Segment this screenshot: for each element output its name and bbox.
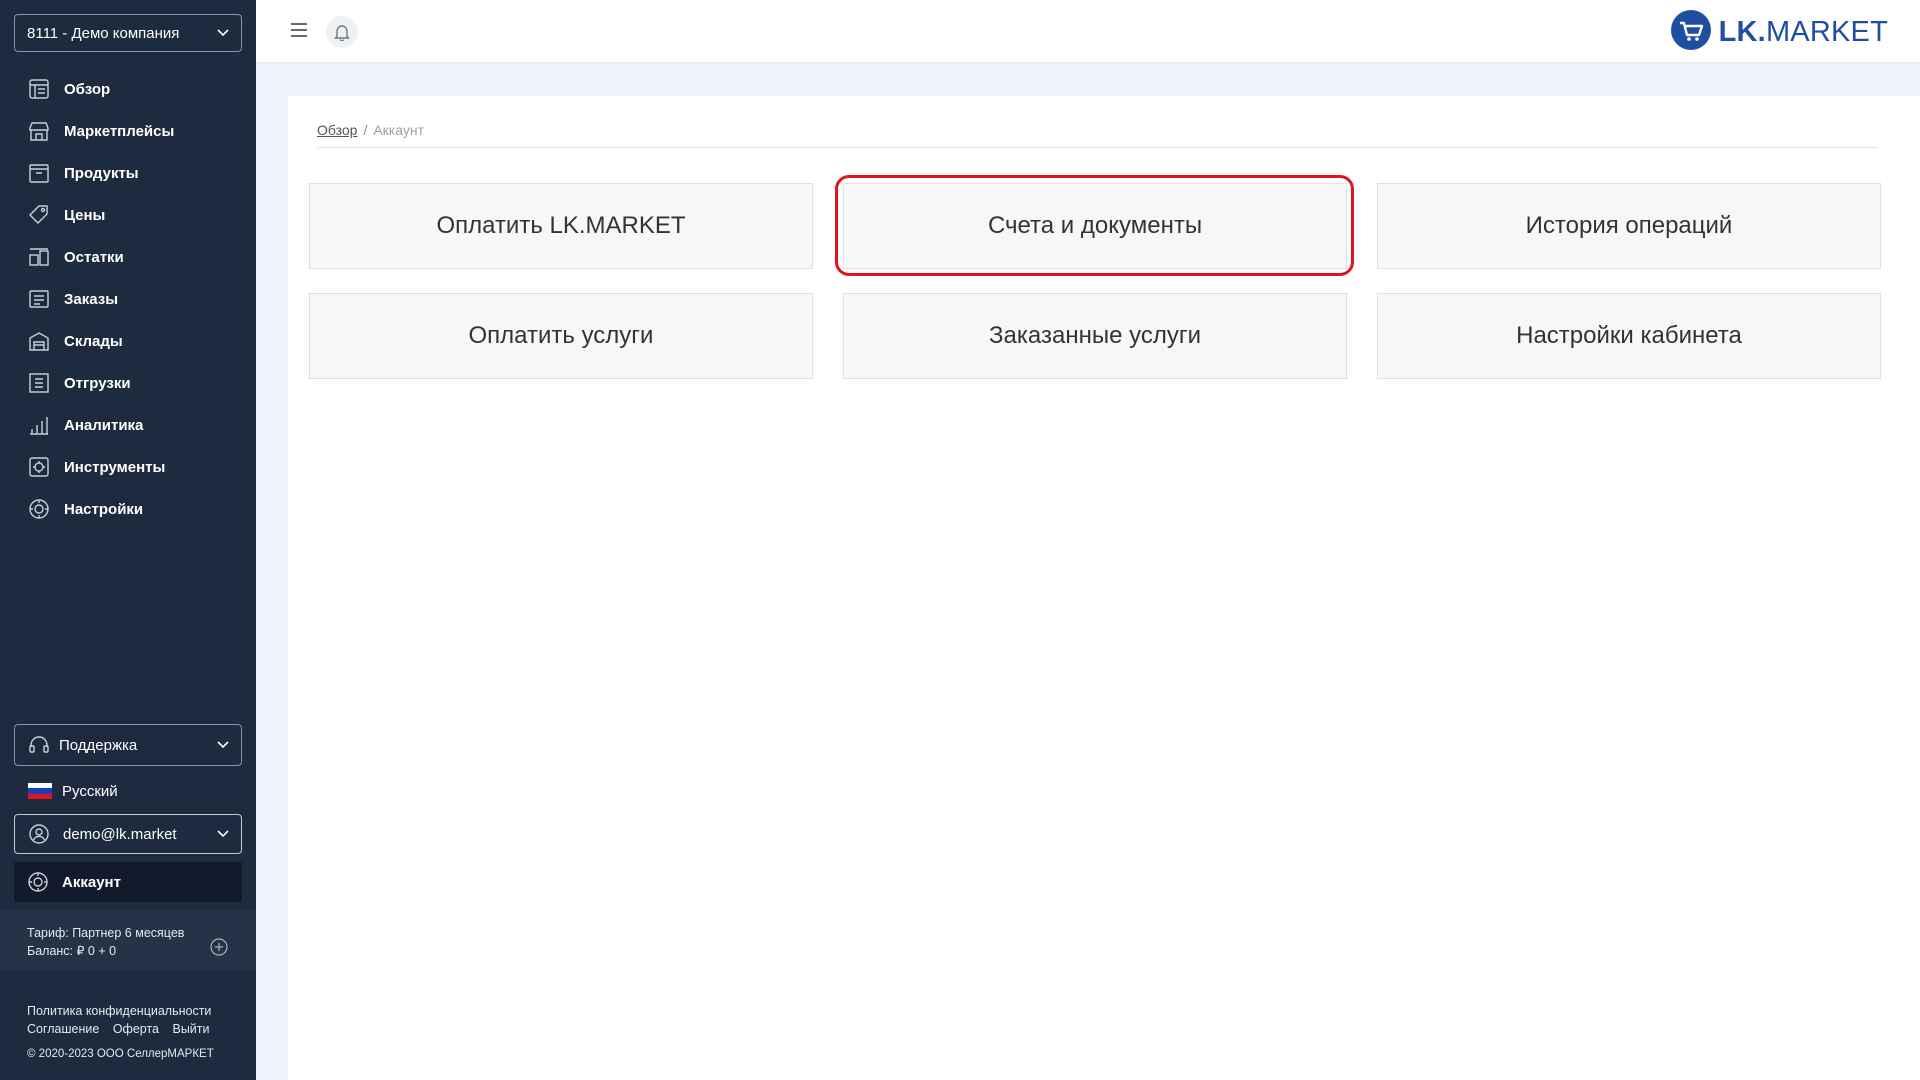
logout-link[interactable]: Выйти: [172, 1022, 209, 1036]
company-select[interactable]: 8111 - Демо компания: [14, 14, 242, 52]
ordered-services-button[interactable]: Заказанные услуги: [843, 293, 1347, 379]
sidebar-item-label: Обзор: [64, 80, 111, 98]
user-select[interactable]: demo@lk.market: [14, 814, 242, 854]
user-email: demo@lk.market: [63, 825, 177, 843]
tools-icon: [26, 454, 52, 480]
sidebar-item-label: Заказы: [64, 290, 119, 308]
cart-logo-icon: [1670, 10, 1711, 55]
operations-history-button[interactable]: История операций: [1377, 183, 1881, 269]
support-label: Поддержка: [59, 736, 138, 754]
breadcrumb-home-link[interactable]: Обзор: [317, 122, 357, 138]
sidebar-item-orders[interactable]: Заказы: [14, 278, 242, 320]
logo-text: LK.MARKET: [1719, 16, 1888, 49]
agreement-link[interactable]: Соглашение: [27, 1022, 99, 1036]
sidebar-item-label: Продукты: [64, 164, 139, 182]
price-tag-icon: [26, 202, 52, 228]
sidebar-item-marketplaces[interactable]: Маркетплейсы: [14, 110, 242, 152]
sidebar-item-label: Настройки: [64, 500, 144, 518]
sidebar-item-label: Отгрузки: [64, 374, 131, 392]
orders-icon: [26, 286, 52, 312]
sidebar-item-shipments[interactable]: Отгрузки: [14, 362, 242, 404]
sidebar-item-account[interactable]: Аккаунт: [14, 862, 242, 902]
company-select-value: 8111 - Демо компания: [27, 24, 180, 42]
sidebar-item-tools[interactable]: Инструменты: [14, 446, 242, 488]
shipment-icon: [26, 370, 52, 396]
chevron-down-icon: [217, 830, 229, 838]
privacy-link[interactable]: Политика конфиденциальности: [27, 1002, 220, 1020]
logo-text-rest: MARKET: [1765, 16, 1888, 48]
sidebar-item-analytics[interactable]: Аналитика: [14, 404, 242, 446]
support-select[interactable]: Поддержка: [14, 724, 242, 766]
logo[interactable]: LK.MARKET: [1670, 10, 1888, 55]
warehouse-icon: [26, 328, 52, 354]
settings-icon: [26, 496, 52, 522]
russia-flag-icon: [28, 783, 52, 799]
sidebar-item-label: Аккаунт: [62, 873, 121, 891]
box-icon: [26, 160, 52, 186]
headset-icon: [27, 733, 51, 757]
breadcrumb: Обзор / Аккаунт: [317, 122, 1878, 148]
sidebar-item-prices[interactable]: Цены: [14, 194, 242, 236]
user-icon: [27, 822, 51, 846]
sidebar-item-overview[interactable]: Обзор: [14, 68, 242, 110]
sidebar-item-warehouses[interactable]: Склады: [14, 320, 242, 362]
store-icon: [26, 118, 52, 144]
cabinet-settings-button[interactable]: Настройки кабинета: [1377, 293, 1881, 379]
sidebar: 8111 - Демо компания Обзор Маркетплейсы …: [0, 0, 256, 1080]
chart-icon: [26, 412, 52, 438]
logo-text-bold: LK.: [1718, 16, 1766, 48]
stock-icon: [26, 244, 52, 270]
main-content: Обзор / Аккаунт Оплатить LK.MARKET Счета и…: [288, 96, 1920, 1080]
chevron-down-icon: [217, 29, 229, 37]
sidebar-item-label: Склады: [64, 332, 123, 350]
tariff-panel: Тариф: Партнер 6 месяцев Баланс: ₽ 0 + 0: [0, 910, 256, 970]
footer-links: Политика конфиденциальности Соглашение О…: [27, 1002, 220, 1038]
sidebar-item-stock[interactable]: Остатки: [14, 236, 242, 278]
pay-services-button[interactable]: Оплатить услуги: [309, 293, 813, 379]
pay-lk-market-button[interactable]: Оплатить LK.MARKET: [309, 183, 813, 269]
copyright: © 2020-2023 ООО СеллерМАРКЕТ: [27, 1048, 214, 1060]
language-select[interactable]: Русский: [28, 780, 118, 802]
account-settings-icon: [26, 870, 50, 894]
language-label: Русский: [62, 782, 118, 800]
bell-icon[interactable]: [326, 16, 358, 48]
invoices-documents-button[interactable]: Счета и документы: [843, 183, 1347, 269]
topbar: LK.MARKET: [256, 0, 1920, 63]
chevron-down-icon: [217, 741, 229, 749]
menu-icon[interactable]: [290, 22, 308, 43]
sidebar-item-label: Цены: [64, 206, 106, 224]
sidebar-item-settings[interactable]: Настройки: [14, 488, 242, 530]
sidebar-item-label: Остатки: [64, 248, 124, 266]
add-balance-icon[interactable]: [210, 938, 228, 961]
sidebar-item-label: Аналитика: [64, 416, 144, 434]
offer-link[interactable]: Оферта: [113, 1022, 159, 1036]
sidebar-nav: Обзор Маркетплейсы Продукты Цены Остатки…: [14, 68, 242, 530]
sidebar-item-products[interactable]: Продукты: [14, 152, 242, 194]
sidebar-item-label: Инструменты: [64, 458, 166, 476]
breadcrumb-current: Аккаунт: [373, 122, 424, 138]
overview-icon: [26, 76, 52, 102]
breadcrumb-separator: /: [363, 122, 368, 138]
sidebar-item-label: Маркетплейсы: [64, 122, 175, 140]
